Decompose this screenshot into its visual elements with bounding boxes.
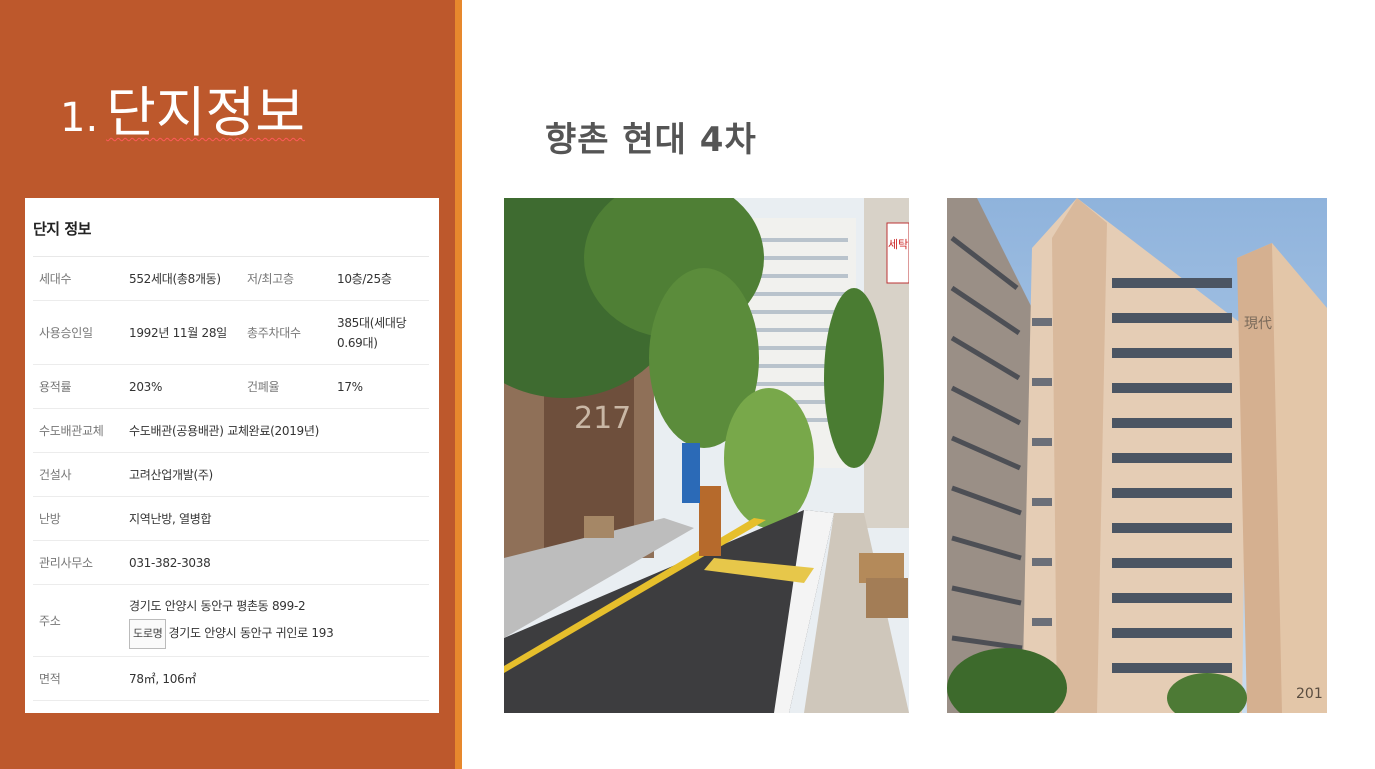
tower-brand-text: 現代 xyxy=(1244,316,1272,332)
info-card-title: 단지 정보 xyxy=(33,220,91,238)
street-photo: 217 세탁 xyxy=(504,198,909,713)
tower-number-201: 201 xyxy=(1296,686,1323,702)
row-value: 지역난방, 열병합 xyxy=(127,496,429,541)
table-row: 사용승인일 1992년 11월 28일 총주차대수 385대(세대당 0.69대… xyxy=(33,300,429,365)
row-label: 용적률 xyxy=(33,364,127,409)
row-value: 552세대(총8개동) xyxy=(127,256,245,301)
info-table: 세대수 552세대(총8개동) 저/최고층 10층/25층 사용승인일 1992… xyxy=(33,256,429,701)
row-label: 사용승인일 xyxy=(33,300,127,365)
towers-photo: 現代 201 xyxy=(947,198,1327,713)
complex-info-card: 단지 정보 세대수 552세대(총8개동) 저/최고층 10층/25층 사용승인… xyxy=(25,198,439,713)
row-label: 난방 xyxy=(33,496,127,541)
table-row: 용적률 203% 건폐율 17% xyxy=(33,364,429,409)
towers-photo-illustration: 現代 201 xyxy=(947,198,1327,713)
table-row: 면적 78㎡, 106㎡ xyxy=(33,656,429,701)
row-value: 수도배관(공용배관) 교체완료(2019년) xyxy=(127,408,429,453)
row-value: 78㎡, 106㎡ xyxy=(127,656,429,701)
shop-sign: 세탁 xyxy=(888,238,908,251)
road-address: 경기도 안양시 동안구 귀인로 193 xyxy=(168,625,334,640)
row-label: 주소 xyxy=(33,584,127,657)
road-address-tag: 도로명 xyxy=(129,618,167,649)
accent-bar xyxy=(455,0,462,769)
row-label: 관리사무소 xyxy=(33,540,127,585)
complex-name-heading: 향촌 현대 4차 xyxy=(545,120,757,160)
row-value: 고려산업개발(주) xyxy=(127,452,429,497)
row-value: 385대(세대당 0.69대) xyxy=(335,300,429,365)
row-label: 건설사 xyxy=(33,452,127,497)
table-row: 관리사무소 031-382-3038 xyxy=(33,540,429,585)
table-row: 세대수 552세대(총8개동) 저/최고층 10층/25층 xyxy=(33,256,429,301)
row-label: 총주차대수 xyxy=(245,300,335,365)
row-label: 건폐율 xyxy=(245,364,335,409)
row-value: 031-382-3038 xyxy=(127,540,429,585)
building-number-217: 217 xyxy=(574,401,631,436)
table-row: 건설사 고려산업개발(주) xyxy=(33,452,429,497)
title-number: 1. xyxy=(60,95,99,141)
title-text: 단지정보 xyxy=(106,81,305,144)
table-row: 주소 경기도 안양시 동안구 평촌동 899-2 도로명 경기도 안양시 동안구 … xyxy=(33,584,429,657)
road-address-line: 도로명 경기도 안양시 동안구 귀인로 193 xyxy=(129,618,429,649)
table-row: 수도배관교체 수도배관(공용배관) 교체완료(2019년) xyxy=(33,408,429,453)
row-value: 1992년 11월 28일 xyxy=(127,300,245,365)
row-label: 면적 xyxy=(33,656,127,701)
row-label: 세대수 xyxy=(33,256,127,301)
row-label: 수도배관교체 xyxy=(33,408,127,453)
row-value: 203% xyxy=(127,364,245,409)
row-value: 17% xyxy=(335,364,429,409)
row-label: 저/최고층 xyxy=(245,256,335,301)
street-photo-illustration: 217 세탁 xyxy=(504,198,909,713)
table-row: 난방 지역난방, 열병합 xyxy=(33,496,429,541)
lot-address: 경기도 안양시 동안구 평촌동 899-2 xyxy=(129,598,306,613)
row-value: 10층/25층 xyxy=(335,256,429,301)
address-cell: 경기도 안양시 동안구 평촌동 899-2 도로명 경기도 안양시 동안구 귀인로… xyxy=(127,584,429,657)
slide-title: 1. 단지정보 xyxy=(60,78,305,153)
